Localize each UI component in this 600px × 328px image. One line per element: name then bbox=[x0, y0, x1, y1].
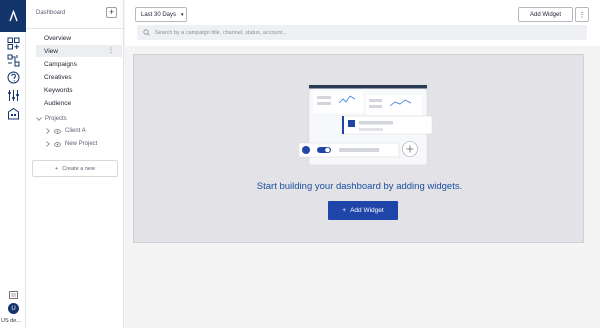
user-avatar[interactable]: U bbox=[8, 303, 19, 314]
project-item-client-a[interactable]: Client A bbox=[46, 125, 86, 137]
building-icon[interactable] bbox=[7, 107, 20, 120]
add-widget-label: Add Widget bbox=[350, 207, 384, 214]
projects-header[interactable]: Projects bbox=[36, 114, 67, 124]
search-icon bbox=[143, 29, 150, 36]
dashboard-add-icon[interactable] bbox=[7, 37, 20, 50]
projects-label: Projects bbox=[45, 116, 67, 122]
app-window: U US de... Dashboard + Overview View ⋮ C… bbox=[0, 0, 600, 328]
search-input[interactable]: Search by a campaign title, channel, sta… bbox=[137, 25, 587, 40]
main-content: Last 30 Days ▼ Add Widget ⋮ Search by a … bbox=[125, 0, 600, 328]
create-new-label: Create a new bbox=[62, 165, 95, 172]
chevron-right-icon bbox=[46, 128, 50, 134]
sidebar-title: Dashboard bbox=[36, 10, 66, 16]
sidebar-item-creatives[interactable]: Creatives bbox=[36, 71, 122, 83]
eye-icon bbox=[54, 141, 61, 147]
create-new-button[interactable]: + Create a new bbox=[32, 160, 118, 177]
sidebar-item-view[interactable]: View ⋮ bbox=[36, 45, 122, 57]
eye-icon bbox=[54, 128, 61, 134]
caret-down-icon: ▼ bbox=[180, 12, 185, 17]
date-range-select[interactable]: Last 30 Days ▼ bbox=[135, 7, 187, 22]
more-options-icon[interactable]: ⋮ bbox=[108, 47, 114, 55]
more-options-button[interactable]: ⋮ bbox=[575, 7, 589, 22]
plus-icon: + bbox=[55, 165, 59, 172]
sidebar-item-keywords[interactable]: Keywords bbox=[36, 84, 122, 96]
help-icon[interactable] bbox=[7, 71, 20, 84]
add-dashboard-button[interactable]: + bbox=[106, 7, 117, 18]
sidebar-item-campaigns[interactable]: Campaigns bbox=[36, 58, 122, 70]
chevron-down-icon bbox=[36, 117, 42, 121]
sliders-icon[interactable] bbox=[7, 89, 20, 102]
sidebar-divider bbox=[26, 28, 124, 29]
date-range-value: Last 30 Days bbox=[141, 11, 177, 18]
add-widget-button[interactable]: Add Widget bbox=[518, 7, 573, 22]
empty-state-message: Start building your dashboard by adding … bbox=[256, 181, 463, 192]
sidebar-item-label: View bbox=[44, 47, 58, 55]
add-widget-primary-button[interactable]: + Add Widget bbox=[328, 201, 398, 220]
sidebar: Dashboard + Overview View ⋮ Campaigns Cr… bbox=[26, 0, 124, 328]
logo-icon[interactable] bbox=[0, 0, 26, 32]
plus-circle-icon: + bbox=[342, 207, 347, 214]
empty-dashboard-illustration-icon bbox=[299, 84, 433, 165]
project-label: New Project bbox=[65, 141, 98, 147]
chevron-right-icon bbox=[46, 141, 50, 147]
connections-icon[interactable] bbox=[7, 54, 20, 67]
project-label: Client A bbox=[65, 128, 86, 134]
icon-rail: U US de... bbox=[0, 0, 26, 328]
region-label[interactable]: US de... bbox=[1, 318, 26, 324]
project-item-new-project[interactable]: New Project bbox=[46, 138, 97, 150]
dashboard-canvas: Start building your dashboard by adding … bbox=[133, 54, 584, 243]
sidebar-item-overview[interactable]: Overview bbox=[36, 32, 122, 44]
keyboard-icon[interactable] bbox=[9, 286, 18, 299]
search-placeholder: Search by a campaign title, channel, sta… bbox=[155, 29, 287, 36]
sidebar-item-audience[interactable]: Audience bbox=[36, 97, 122, 109]
toolbar: Last 30 Days ▼ Add Widget ⋮ Search by a … bbox=[125, 0, 600, 46]
